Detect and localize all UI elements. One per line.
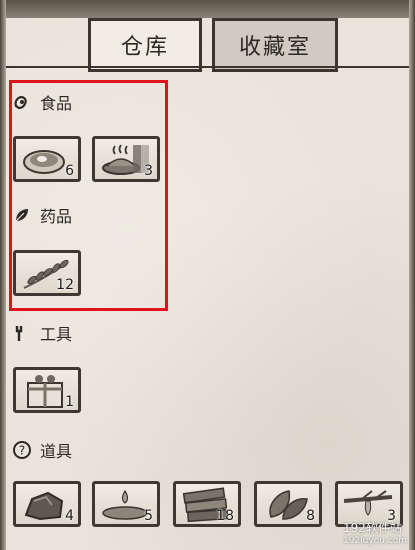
tab-warehouse[interactable]: 仓库 xyxy=(88,18,202,72)
item-slot-stone[interactable]: 4 xyxy=(13,481,81,527)
category-props-label: 道具 xyxy=(40,442,73,461)
watermark-main: 192软件站 xyxy=(342,521,402,535)
watermark: 192软件站 192luyou.com xyxy=(343,519,407,546)
tab-collection-label: 收藏室 xyxy=(238,35,311,60)
svg-text:?: ? xyxy=(19,444,25,458)
item-slot-gift-box[interactable]: 1 xyxy=(13,367,81,413)
item-slot-water-puddle[interactable]: 5 xyxy=(92,481,160,527)
item-count: 18 xyxy=(216,508,234,524)
tab-divider xyxy=(6,66,409,68)
item-count: 1 xyxy=(65,394,74,410)
category-tools-label: 工具 xyxy=(40,325,73,344)
wrench-icon xyxy=(15,326,23,341)
left-border xyxy=(0,0,6,550)
category-tools-header: 工具 xyxy=(12,320,72,346)
question-icon: ? xyxy=(13,441,31,459)
item-slot-wood-planks[interactable]: 18 xyxy=(173,481,241,527)
item-slot-leaf[interactable]: 8 xyxy=(254,481,322,527)
top-border xyxy=(0,0,415,18)
item-count: 5 xyxy=(144,508,153,524)
item-count: 4 xyxy=(65,508,74,524)
item-count: 8 xyxy=(306,508,315,524)
category-props-header: ? 道具 xyxy=(12,437,72,463)
watermark-sub: 192luyou.com xyxy=(342,536,407,546)
tab-collection[interactable]: 收藏室 xyxy=(212,18,338,72)
tab-warehouse-label: 仓库 xyxy=(120,35,169,60)
highlight-frame xyxy=(9,80,168,311)
right-border xyxy=(409,0,415,550)
